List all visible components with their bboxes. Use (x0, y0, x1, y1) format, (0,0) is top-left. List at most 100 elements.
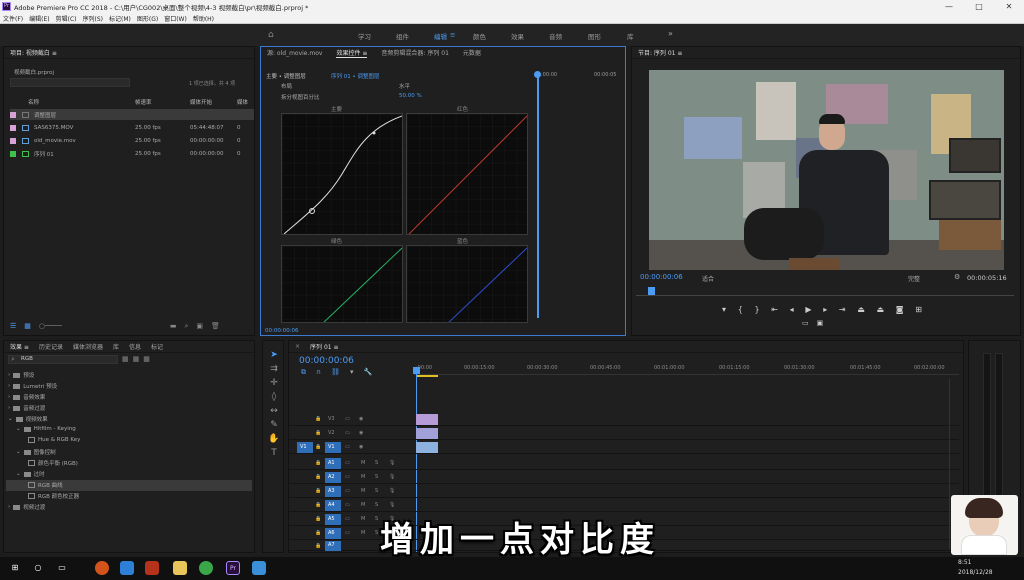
go-to-in-icon[interactable]: ⇤ (771, 305, 778, 317)
lock-icon[interactable]: 🔒 (315, 444, 321, 450)
program-time-ruler[interactable] (636, 291, 1014, 296)
solo-button[interactable]: S (375, 460, 378, 466)
pen-tool-icon[interactable]: ✎ (268, 419, 280, 431)
add-marker-icon[interactable]: ▾ (722, 305, 726, 317)
sync-icon[interactable]: ▭ (345, 516, 350, 522)
solo-button[interactable]: S (375, 516, 378, 522)
tree-item[interactable]: › Lumetri 预设 (8, 382, 57, 390)
home-icon[interactable]: ⌂ (268, 30, 278, 40)
menu-clip[interactable]: 剪辑(C) (53, 14, 80, 23)
safe-margins-icon[interactable]: ▭ (802, 319, 809, 329)
sync-icon[interactable]: ▭ (345, 488, 350, 494)
step-forward-icon[interactable]: ▸ (823, 305, 827, 317)
timeline-playhead-handle[interactable] (413, 367, 420, 374)
list-item[interactable]: 调整图层 (10, 109, 254, 120)
type-tool-icon[interactable]: T (268, 447, 280, 459)
firefox-icon[interactable] (95, 561, 109, 575)
blue-curve-graph[interactable] (406, 245, 528, 323)
close-timeline-icon[interactable]: × (295, 343, 300, 350)
quality-select[interactable]: 完整 (908, 274, 920, 283)
lock-icon[interactable]: 🔒 (315, 474, 321, 480)
menu-file[interactable]: 文件(F) (0, 14, 26, 23)
tab-metadata[interactable]: 元数据 (463, 48, 481, 58)
eye-icon[interactable]: ◉ (359, 416, 363, 422)
sync-icon[interactable]: ▭ (345, 444, 350, 450)
track-v2[interactable]: 🔒 V2 ▭ ◉ (289, 427, 959, 440)
tree-item[interactable]: Hue & RGB Key (28, 437, 80, 443)
mark-out-icon[interactable]: } (754, 305, 759, 317)
split-percent-value[interactable]: 50.00 % (399, 93, 422, 99)
track-label[interactable]: A5 (325, 514, 341, 525)
track-select-tool-icon[interactable]: ⇉ (268, 363, 280, 375)
lock-icon[interactable]: 🔒 (315, 430, 321, 436)
find-icon[interactable]: ⌕ (185, 322, 189, 332)
tree-item[interactable]: ⌄ 过时 (16, 470, 45, 478)
clock-time[interactable]: 8:51 (958, 559, 971, 566)
close-button[interactable]: ✕ (994, 0, 1024, 13)
mute-button[interactable]: M (361, 516, 365, 522)
track-a3[interactable]: 🔒 A3 ▭ M S 🎙 (289, 485, 959, 498)
yuv-effects-icon[interactable]: ▦ (143, 355, 150, 363)
mic-icon[interactable]: 🎙 (389, 474, 395, 480)
minimize-button[interactable]: — (934, 0, 964, 13)
video-clip[interactable] (416, 428, 438, 439)
app-icon[interactable] (199, 561, 213, 575)
lock-icon[interactable]: 🔒 (315, 416, 321, 422)
list-item[interactable]: old_movie.mov 25.00 fps 00:00:00:00 0 (10, 135, 254, 146)
green-curve-graph[interactable] (281, 245, 403, 323)
workspace-graphics[interactable]: 图形 (588, 31, 601, 41)
tab-history[interactable]: 历史记录 (39, 342, 63, 351)
play-icon[interactable]: ▶ (805, 305, 811, 317)
list-item[interactable]: SAS6375.MOV 25.00 fps 05:44:48:07 0 (10, 122, 254, 133)
export-frame-icon[interactable]: ◙ (896, 305, 904, 317)
tree-item[interactable]: › 音频效果 (8, 393, 45, 401)
app-icon[interactable] (252, 561, 266, 575)
eye-icon[interactable]: ◉ (359, 430, 363, 436)
tree-item[interactable]: › 视频过渡 (8, 503, 45, 511)
file-explorer-icon[interactable] (173, 561, 187, 575)
mute-button[interactable]: M (361, 530, 365, 536)
tab-media-browser[interactable]: 媒体浏览器 (73, 342, 103, 351)
track-a1[interactable]: 🔒 A1 ▭ M S 🎙 (289, 457, 959, 470)
tab-markers[interactable]: 标记 (151, 342, 163, 351)
sync-icon[interactable]: ▭ (345, 502, 350, 508)
sync-icon[interactable]: ▭ (345, 430, 350, 436)
tab-effect-controls[interactable]: 效果控件 ≡ (336, 48, 368, 58)
column-media-start[interactable]: 媒体开始 (190, 98, 212, 106)
nest-icon[interactable]: ⧉ (301, 368, 306, 377)
list-item[interactable]: 序列 01 25.00 fps 00:00:00:00 0 (10, 148, 254, 159)
ec-playhead-handle[interactable] (534, 71, 541, 78)
timeline-tab[interactable]: 序列 01 ≡ (310, 342, 338, 351)
hand-tool-icon[interactable]: ✋ (268, 433, 280, 445)
sync-icon[interactable]: ▭ (345, 530, 350, 536)
workspace-audio[interactable]: 音频 (549, 31, 562, 41)
track-label[interactable]: V1 (325, 442, 341, 453)
icon-view-icon[interactable]: ▦ (24, 322, 31, 332)
lift-icon[interactable]: ⏏ (857, 305, 865, 317)
track-label[interactable]: A7 (325, 541, 341, 551)
column-media[interactable]: 媒体 (237, 98, 248, 106)
menu-sequence[interactable]: 序列(S) (80, 14, 107, 23)
comparison-view-icon[interactable]: ▣ (817, 319, 824, 329)
maximize-button[interactable]: □ (964, 0, 994, 13)
ec-playhead[interactable] (537, 73, 539, 318)
layout-select[interactable]: 水平 (399, 82, 410, 90)
workspace-effects[interactable]: 效果 (511, 31, 524, 41)
wrench-icon[interactable]: ⚙ (954, 273, 960, 281)
timeline-settings-icon[interactable]: 🔧 (364, 368, 373, 377)
tree-item[interactable]: ⌄ 图像控制 (16, 448, 56, 456)
fit-select[interactable]: 适合 (702, 274, 714, 283)
razor-tool-icon[interactable]: ◊ (268, 391, 280, 403)
mark-in-icon[interactable]: { (738, 305, 743, 317)
windows-start-icon[interactable]: ⊞ (8, 561, 22, 575)
timeline-ruler[interactable]: :00:00 00:00:15:00 00:00:30:00 00:00:45:… (414, 363, 959, 375)
workspace-menu-icon[interactable]: ≡ (450, 31, 455, 39)
sync-icon[interactable]: ▭ (345, 416, 350, 422)
settings-icon[interactable]: ⊞ (915, 305, 922, 317)
lock-icon[interactable]: 🔒 (315, 460, 321, 466)
column-name[interactable]: 名称 (28, 98, 39, 106)
tree-item[interactable]: 颜色平衡 (RGB) (28, 459, 78, 467)
more-workspaces-button[interactable]: » (668, 29, 673, 38)
program-timecode[interactable]: 00:00:00:06 (640, 273, 683, 281)
lock-icon[interactable]: 🔒 (315, 502, 321, 508)
